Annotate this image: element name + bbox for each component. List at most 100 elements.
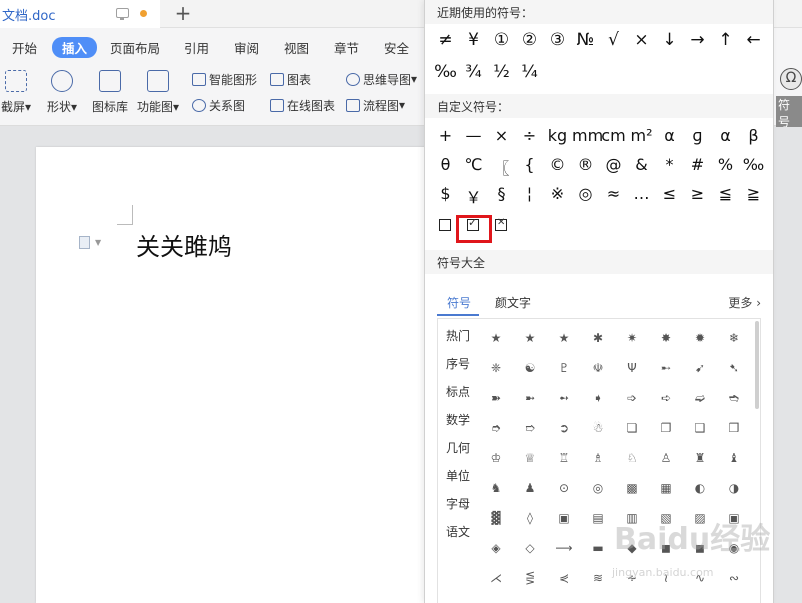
library-symbol[interactable]: ➹: [686, 361, 714, 375]
library-symbol[interactable]: ◐: [686, 481, 714, 495]
custom-symbol[interactable]: ¦: [516, 184, 543, 203]
library-symbol[interactable]: ▦: [652, 481, 680, 495]
library-symbol[interactable]: ♙: [652, 451, 680, 465]
library-symbol[interactable]: ≋: [584, 571, 612, 585]
smart-shape-button[interactable]: 智能图形: [192, 70, 257, 88]
library-symbol[interactable]: ❈: [482, 361, 510, 375]
tab-insert[interactable]: 插入: [52, 37, 98, 58]
recent-symbol[interactable]: ¥: [460, 30, 487, 50]
category-item[interactable]: 语文: [446, 523, 470, 540]
custom-symbol[interactable]: ≥: [684, 184, 711, 203]
library-symbol[interactable]: ∾: [720, 571, 748, 585]
shapes-button[interactable]: 形状▾: [38, 68, 86, 124]
custom-symbol[interactable]: ≧: [740, 184, 767, 203]
tab-references[interactable]: 引用: [184, 38, 209, 57]
library-symbol[interactable]: ⋞: [550, 571, 578, 585]
custom-symbol[interactable]: *: [656, 155, 683, 174]
category-item[interactable]: 标点: [446, 383, 470, 400]
tab-review[interactable]: 审阅: [234, 38, 259, 57]
library-symbol[interactable]: ➻: [550, 391, 578, 405]
library-symbol[interactable]: ♇: [550, 361, 578, 375]
recent-symbol[interactable]: ↓: [656, 30, 683, 50]
relation-chart-button[interactable]: 关系图: [192, 96, 245, 114]
library-symbol[interactable]: ❑: [686, 421, 714, 435]
recent-symbol[interactable]: ↑: [712, 30, 739, 50]
library-symbol[interactable]: ♔: [482, 451, 510, 465]
library-symbol[interactable]: ❐: [652, 421, 680, 435]
library-symbol[interactable]: ❏: [618, 421, 646, 435]
custom-symbol[interactable]: mm: [572, 126, 603, 145]
checkbox-empty-symbol[interactable]: [439, 219, 451, 231]
library-symbol[interactable]: ➷: [720, 361, 748, 375]
category-item[interactable]: 单位: [446, 467, 470, 484]
library-symbol[interactable]: ▓: [482, 511, 510, 525]
tab-page-layout[interactable]: 页面布局: [110, 38, 160, 57]
library-symbol[interactable]: ☯: [516, 361, 544, 375]
tab-view[interactable]: 视图: [284, 38, 309, 57]
library-symbol[interactable]: ✷: [618, 331, 646, 345]
category-item[interactable]: 热门: [446, 327, 470, 344]
recent-symbol[interactable]: ¾: [460, 62, 487, 82]
library-symbol[interactable]: ⟶: [550, 541, 578, 555]
custom-symbol[interactable]: +: [432, 126, 459, 145]
library-symbol[interactable]: ▬: [584, 541, 612, 555]
recent-symbol[interactable]: ‰: [432, 62, 459, 82]
library-symbol[interactable]: ➸: [652, 361, 680, 375]
library-symbol[interactable]: ◊: [516, 511, 544, 525]
library-symbol[interactable]: ♝: [720, 451, 748, 465]
custom-symbol[interactable]: ￥: [460, 184, 487, 208]
custom-symbol[interactable]: {: [516, 155, 543, 174]
custom-symbol[interactable]: —: [460, 126, 487, 145]
mind-map-button[interactable]: 思维导图 ▾: [346, 70, 417, 88]
library-symbol[interactable]: ☫: [584, 361, 612, 375]
custom-symbol[interactable]: ◎: [572, 184, 599, 203]
function-chart-button[interactable]: 功能图▾: [134, 68, 182, 124]
library-symbol[interactable]: ♗: [584, 451, 612, 465]
recent-symbol[interactable]: ③: [544, 30, 571, 50]
recent-symbol[interactable]: №: [572, 30, 599, 50]
library-symbol[interactable]: Ψ: [618, 361, 646, 375]
library-symbol[interactable]: ➼: [516, 391, 544, 405]
library-symbol[interactable]: ➱: [516, 421, 544, 435]
library-symbol[interactable]: ➧: [584, 391, 612, 405]
library-symbol[interactable]: ✹: [686, 331, 714, 345]
custom-symbol[interactable]: %: [712, 155, 739, 174]
custom-symbol[interactable]: ℃: [460, 155, 487, 174]
screenshot-button[interactable]: 截屏▾: [0, 68, 40, 124]
library-symbol[interactable]: ➪: [652, 391, 680, 405]
custom-symbol[interactable]: 〖: [488, 155, 515, 179]
library-symbol[interactable]: ➲: [550, 421, 578, 435]
library-symbol[interactable]: ★: [482, 331, 510, 345]
recent-symbol[interactable]: ½: [488, 62, 515, 82]
symbol-button[interactable]: Ω 符号: [774, 68, 802, 130]
custom-symbol[interactable]: β: [740, 126, 767, 145]
category-item[interactable]: 数学: [446, 411, 470, 428]
library-symbol[interactable]: ♟: [516, 481, 544, 495]
custom-symbol[interactable]: ≦: [712, 184, 739, 203]
chevron-down-icon[interactable]: ▼: [95, 238, 101, 247]
library-symbol[interactable]: ♞: [482, 481, 510, 495]
recent-symbol[interactable]: ×: [628, 30, 655, 50]
subtab-symbols[interactable]: 符号: [447, 294, 471, 311]
custom-symbol[interactable]: θ: [432, 155, 459, 174]
library-symbol[interactable]: ➫: [686, 391, 714, 405]
custom-symbol[interactable]: ‰: [740, 155, 767, 174]
custom-symbol[interactable]: ※: [544, 184, 571, 203]
library-symbol[interactable]: ★: [550, 331, 578, 345]
custom-symbol[interactable]: kg: [544, 126, 571, 145]
recent-symbol[interactable]: →: [684, 30, 711, 50]
recent-symbol[interactable]: ①: [488, 30, 515, 50]
custom-symbol[interactable]: ≤: [656, 184, 683, 203]
library-symbol[interactable]: ➮: [482, 421, 510, 435]
custom-symbol[interactable]: §: [488, 184, 515, 203]
custom-symbol[interactable]: α: [712, 126, 739, 145]
custom-symbol[interactable]: ≈: [600, 184, 627, 203]
custom-symbol[interactable]: ©: [544, 155, 571, 174]
library-symbol[interactable]: ♕: [516, 451, 544, 465]
library-symbol[interactable]: ◎: [584, 481, 612, 495]
library-symbol[interactable]: ◑: [720, 481, 748, 495]
library-symbol[interactable]: ★: [516, 331, 544, 345]
category-item[interactable]: 序号: [446, 355, 470, 372]
library-symbol[interactable]: ◇: [516, 541, 544, 555]
library-symbol[interactable]: ❒: [720, 421, 748, 435]
